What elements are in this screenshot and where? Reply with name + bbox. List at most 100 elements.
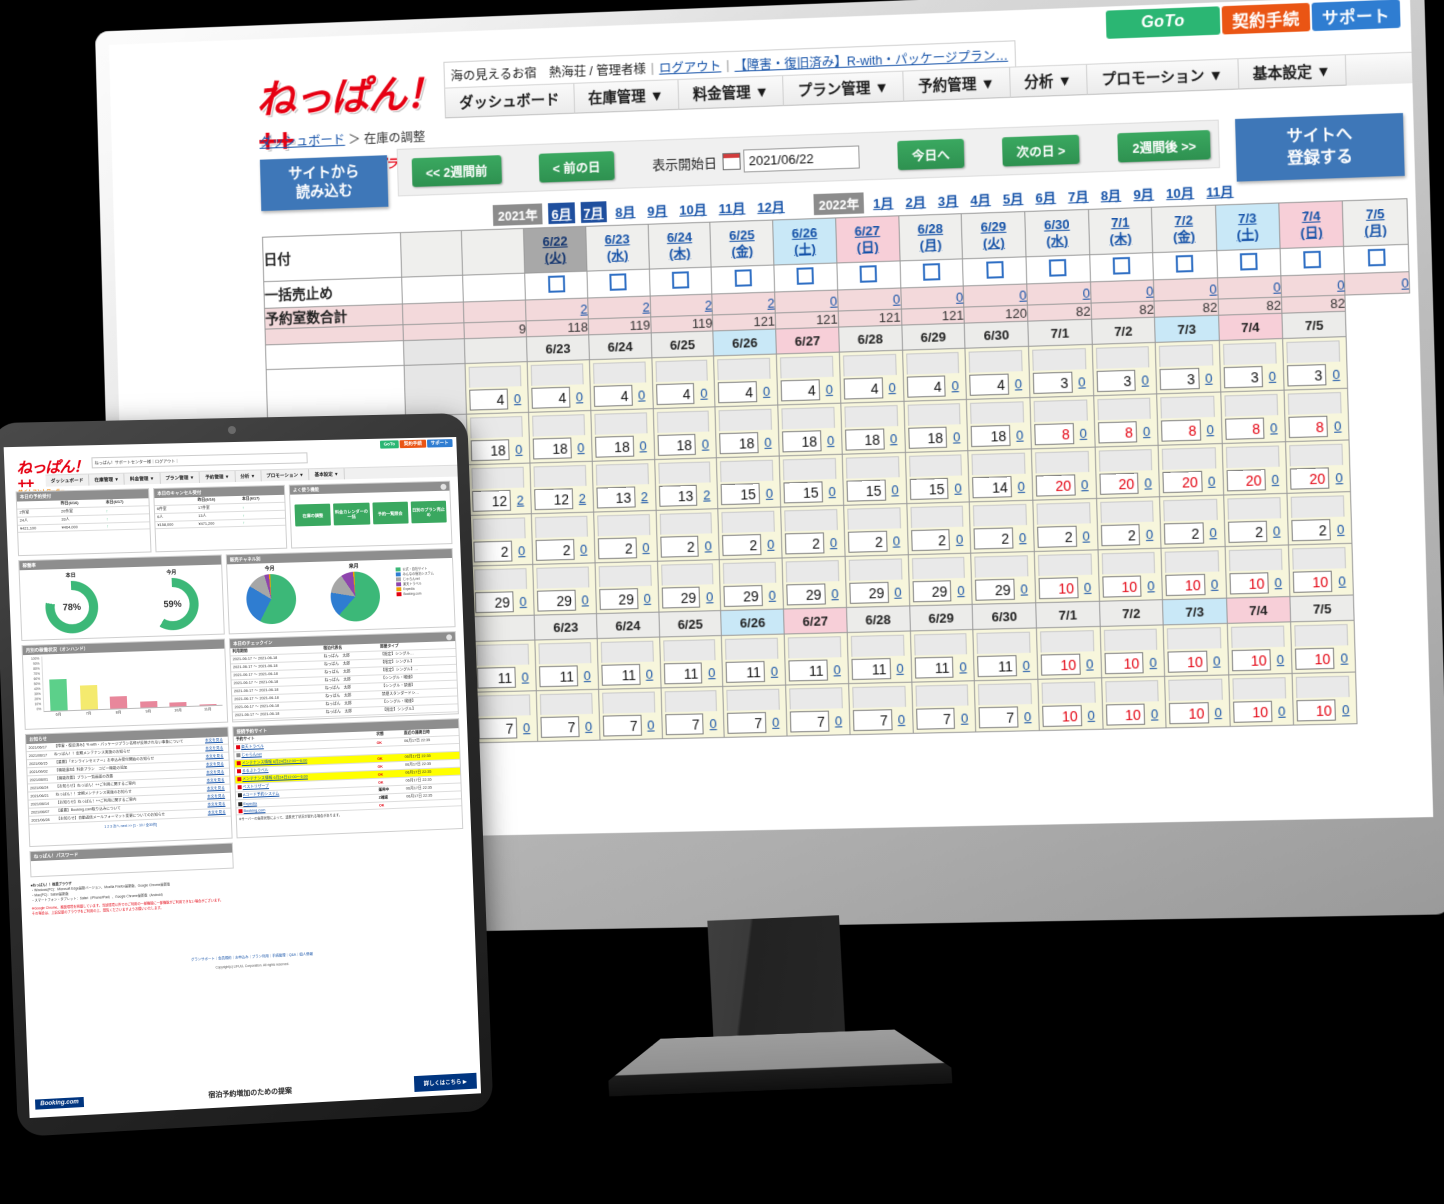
- inventory-input[interactable]: 3: [1286, 364, 1327, 387]
- quick-button-0[interactable]: 在庫の調整: [294, 503, 332, 527]
- inventory-input[interactable]: 11: [725, 661, 766, 683]
- inventory-input[interactable]: 2: [910, 529, 951, 552]
- inventory-input[interactable]: 11: [914, 656, 954, 679]
- inventory-input[interactable]: 20: [1099, 472, 1139, 495]
- stop-count-link[interactable]: 0: [1202, 370, 1216, 386]
- inventory-cell[interactable]: 80: [1029, 395, 1095, 449]
- inventory-cell[interactable]: 15 0: [842, 452, 907, 506]
- calendar-icon[interactable]: [722, 152, 741, 170]
- month-link-2022-6[interactable]: 6月: [1032, 186, 1059, 208]
- news-detail-link[interactable]: 本文を見る: [208, 810, 226, 815]
- inventory-cell[interactable]: 20 0: [1158, 443, 1224, 497]
- inventory-cell[interactable]: 29 0: [907, 553, 973, 606]
- inventory-input[interactable]: 29: [849, 581, 889, 604]
- inventory-cell[interactable]: 20 0: [1094, 445, 1160, 499]
- stop-count-link[interactable]: 0: [890, 533, 903, 548]
- inventory-cell[interactable]: 80: [1093, 393, 1159, 448]
- stop-count-link[interactable]: 0: [830, 662, 843, 677]
- inventory-cell[interactable]: 11 0: [847, 631, 912, 684]
- reserved-total-cell[interactable]: 0: [963, 283, 1028, 308]
- nav-pricing[interactable]: 料金管理 ▼: [678, 76, 785, 110]
- inventory-cell[interactable]: 10 0: [1099, 624, 1165, 678]
- inventory-cell[interactable]: 70: [474, 690, 538, 743]
- stop-count-link[interactable]: 0: [1211, 705, 1225, 720]
- inventory-input[interactable]: 10: [1167, 650, 1208, 673]
- inventory-input[interactable]: 7: [727, 712, 767, 734]
- inventory-cell[interactable]: 15 0: [779, 454, 844, 508]
- stop-count-link[interactable]: 0: [639, 540, 652, 555]
- inventory-input[interactable]: 3: [1223, 365, 1263, 389]
- news-detail-link[interactable]: 本文を見る: [207, 786, 225, 791]
- stop-count-link[interactable]: 0: [515, 543, 528, 558]
- tablet-nav-inventory[interactable]: 在庫管理 ▼: [89, 473, 126, 486]
- stop-count-link[interactable]: 0: [1148, 706, 1162, 721]
- stop-count-link[interactable]: 0: [1329, 367, 1343, 383]
- inventory-input[interactable]: 29: [661, 586, 701, 609]
- quick-button-2[interactable]: 予約一覧照会: [371, 501, 409, 525]
- checkbox-icon[interactable]: [1112, 256, 1131, 275]
- stop-count-link[interactable]: 0: [891, 584, 904, 600]
- stop-count-link[interactable]: 0: [1266, 369, 1280, 385]
- inventory-cell[interactable]: 20: [1286, 491, 1353, 545]
- inventory-cell[interactable]: 11 0: [597, 637, 661, 690]
- reserved-count-link[interactable]: 0: [893, 291, 901, 306]
- inventory-cell[interactable]: 10 0: [1034, 549, 1100, 603]
- news-detail-link[interactable]: 本文を見る: [207, 802, 225, 807]
- news-detail-link[interactable]: 本文を見る: [206, 754, 224, 759]
- reserved-count-link[interactable]: 0: [1146, 283, 1154, 298]
- register-to-site-button[interactable]: サイトへ 登録する: [1235, 113, 1405, 182]
- checkbox-icon[interactable]: [985, 261, 1004, 279]
- month-link-2022-3[interactable]: 3月: [935, 189, 962, 211]
- month-link-2022-10[interactable]: 10月: [1163, 181, 1198, 203]
- stop-count-link[interactable]: 0: [517, 594, 530, 609]
- inventory-cell[interactable]: 29 0: [719, 558, 784, 611]
- inventory-input[interactable]: 11: [851, 658, 891, 681]
- inventory-cell[interactable]: 14 0: [968, 448, 1033, 502]
- booking-cta-button[interactable]: 詳しくはこちら ▶: [413, 1072, 477, 1093]
- inventory-cell[interactable]: 10 0: [1288, 543, 1354, 597]
- stop-count-link[interactable]: 0: [1337, 650, 1351, 666]
- inventory-cell[interactable]: 11 0: [909, 629, 975, 683]
- stop-count-link[interactable]: 0: [1332, 470, 1346, 486]
- inventory-input[interactable]: 2: [535, 538, 575, 561]
- inventory-input[interactable]: 4: [718, 381, 758, 404]
- inventory-cell[interactable]: 29 0: [844, 554, 910, 608]
- bulk-stop-cell[interactable]: [586, 269, 650, 299]
- bulk-stop-cell[interactable]: [899, 258, 964, 289]
- news-detail-link[interactable]: 本文を見る: [206, 770, 224, 775]
- inventory-input[interactable]: 4: [969, 373, 1010, 396]
- inventory-cell[interactable]: 18 0: [528, 410, 593, 464]
- inventory-input[interactable]: 18: [470, 439, 510, 462]
- inventory-input[interactable]: 18: [782, 430, 822, 453]
- inventory-cell[interactable]: 40: [465, 361, 529, 415]
- inventory-input[interactable]: 10: [1232, 700, 1273, 723]
- bulk-stop-cell[interactable]: [649, 267, 713, 297]
- inventory-input[interactable]: 7: [664, 713, 705, 736]
- inventory-cell[interactable]: 70: [723, 685, 788, 738]
- stop-count-link[interactable]: 0: [703, 589, 716, 604]
- inventory-cell[interactable]: 13 2: [592, 459, 656, 513]
- stop-count-link[interactable]: 0: [1271, 575, 1285, 591]
- stop-count-link[interactable]: 0: [1078, 477, 1092, 492]
- reserved-count-link[interactable]: 2: [580, 301, 588, 316]
- inventory-input[interactable]: 2: [1227, 520, 1268, 543]
- stop-count-link[interactable]: 0: [1140, 424, 1154, 440]
- inventory-input[interactable]: 20: [1035, 474, 1076, 497]
- prev-2week-button[interactable]: << 2週間前: [411, 154, 502, 187]
- inventory-input[interactable]: 18: [657, 433, 697, 456]
- month-link-2022-7[interactable]: 7月: [1065, 185, 1092, 207]
- checkbox-icon[interactable]: [859, 265, 878, 283]
- inventory-input[interactable]: 4: [906, 375, 946, 398]
- day-header-6-24[interactable]: 6/24 (木): [647, 222, 712, 270]
- inventory-input[interactable]: 4: [469, 388, 509, 411]
- month-link-2021-8[interactable]: 8月: [612, 200, 639, 222]
- stop-count-link[interactable]: 0: [1141, 475, 1155, 490]
- inventory-cell[interactable]: 11 0: [973, 627, 1038, 681]
- inventory-cell[interactable]: 30: [1028, 344, 1094, 398]
- inventory-input[interactable]: 13: [658, 484, 698, 507]
- stop-count-link[interactable]: 0: [951, 480, 965, 496]
- inventory-cell[interactable]: 18 0: [966, 397, 1032, 451]
- inventory-cell[interactable]: 10 0: [1226, 621, 1293, 675]
- stop-count-link[interactable]: 0: [1015, 479, 1029, 494]
- inventory-input[interactable]: 10: [1104, 652, 1144, 675]
